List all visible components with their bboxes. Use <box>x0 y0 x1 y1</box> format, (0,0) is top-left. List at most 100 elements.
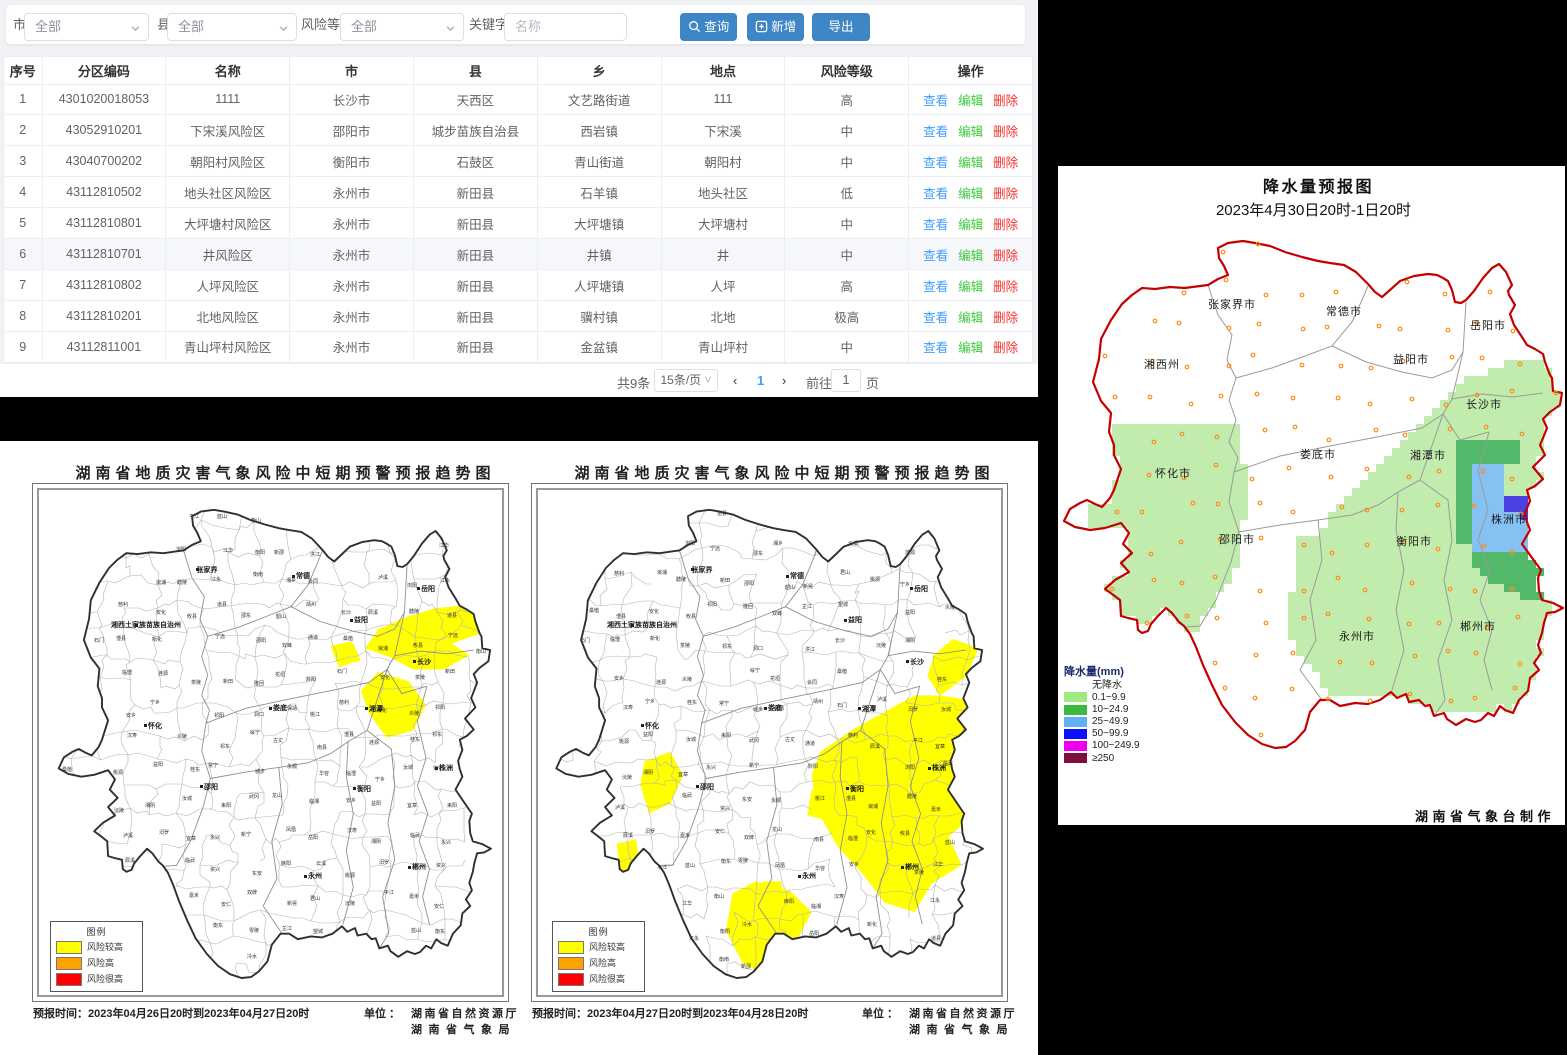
svg-text:临武: 临武 <box>185 857 195 864</box>
svg-text:新田: 新田 <box>445 668 455 675</box>
svg-text:桃源: 桃源 <box>619 738 629 745</box>
svg-text:泸溪: 泸溪 <box>123 832 133 839</box>
svg-text:洞口: 洞口 <box>753 645 763 652</box>
svg-text:汨罗: 汨罗 <box>645 828 655 835</box>
svg-text:长沙: 长沙 <box>910 657 924 666</box>
svg-text:绥宁: 绥宁 <box>750 667 760 674</box>
svg-text:衡山: 衡山 <box>251 517 261 524</box>
svg-text:双峰: 双峰 <box>772 610 782 617</box>
svg-text:常德: 常德 <box>790 571 804 580</box>
svg-text:邵阳: 邵阳 <box>256 637 266 644</box>
svg-text:韶山: 韶山 <box>785 584 795 591</box>
svg-text:汝城: 汝城 <box>182 795 192 802</box>
svg-text:冷水: 冷水 <box>247 953 257 960</box>
svg-text:云溪: 云溪 <box>316 860 326 867</box>
svg-text:会同: 会同 <box>807 679 817 686</box>
svg-text:祁东: 祁东 <box>432 731 442 738</box>
svg-text:祁阳: 祁阳 <box>707 601 717 608</box>
svg-text:怀化: 怀化 <box>147 721 162 730</box>
svg-text:湘阴: 湘阴 <box>643 769 653 776</box>
svg-text:桑植: 桑植 <box>589 607 599 614</box>
svg-text:城步: 城步 <box>255 768 265 775</box>
svg-text:涟源: 涟源 <box>369 739 379 746</box>
svg-text:麻阳: 麻阳 <box>784 898 794 905</box>
svg-text:衡山: 衡山 <box>714 893 724 900</box>
svg-text:汨罗: 汨罗 <box>159 829 169 836</box>
svg-text:祁东: 祁东 <box>220 743 230 750</box>
svg-text:溆浦: 溆浦 <box>378 645 388 652</box>
svg-text:澧县: 澧县 <box>846 795 856 802</box>
svg-text:安仁: 安仁 <box>434 903 444 910</box>
svg-text:桃源: 桃源 <box>113 769 123 776</box>
svg-text:蓝山: 蓝山 <box>217 513 227 520</box>
svg-text:湘阴: 湘阴 <box>371 838 381 845</box>
svg-text:蓝山: 蓝山 <box>685 862 695 869</box>
svg-text:宁乡: 宁乡 <box>150 699 160 706</box>
svg-text:益阳: 益阳 <box>354 615 368 624</box>
svg-text:花垣: 花垣 <box>770 675 780 682</box>
svg-text:蓝山: 蓝山 <box>411 927 421 934</box>
svg-text:安乡: 安乡 <box>614 675 624 682</box>
svg-text:平江: 平江 <box>657 864 667 871</box>
svg-text:醴陵: 醴陵 <box>676 576 686 583</box>
svg-text:桃江: 桃江 <box>815 795 825 802</box>
svg-text:衡东: 衡东 <box>721 858 731 865</box>
svg-text:嘉禾: 嘉禾 <box>409 893 419 900</box>
svg-text:江永: 江永 <box>930 897 940 904</box>
svg-text:绥宁: 绥宁 <box>250 729 260 736</box>
svg-text:益阳: 益阳 <box>371 800 381 807</box>
svg-text:邵阳市: 邵阳市 <box>1219 532 1255 546</box>
svg-text:益阳: 益阳 <box>848 615 862 624</box>
svg-text:茶陵: 茶陵 <box>680 642 690 649</box>
svg-text:汝城: 汝城 <box>686 736 696 743</box>
svg-text:张家界: 张家界 <box>197 565 219 574</box>
svg-text:祁阳: 祁阳 <box>435 704 445 711</box>
svg-text:新化: 新化 <box>650 635 660 642</box>
svg-text:茶陵: 茶陵 <box>415 674 425 681</box>
svg-text:宜章: 宜章 <box>678 771 688 778</box>
svg-text:长沙: 长沙 <box>417 657 431 666</box>
svg-text:双牌: 双牌 <box>744 834 754 841</box>
svg-text:道县: 道县 <box>931 935 941 942</box>
svg-text:江永: 江永 <box>440 577 450 584</box>
svg-text:洪江: 洪江 <box>310 551 320 558</box>
svg-text:浏阳: 浏阳 <box>176 546 186 553</box>
svg-text:汝城: 汝城 <box>941 706 951 713</box>
svg-text:涟源: 涟源 <box>656 679 666 686</box>
svg-text:通道: 通道 <box>805 740 815 747</box>
svg-text:泸溪: 泸溪 <box>615 804 625 811</box>
svg-text:零陵: 零陵 <box>249 927 259 934</box>
svg-text:汉寿: 汉寿 <box>623 704 633 711</box>
svg-text:溆浦: 溆浦 <box>868 803 878 810</box>
svg-text:醴陵: 醴陵 <box>177 579 187 586</box>
svg-text:怀化市: 怀化市 <box>1155 466 1191 480</box>
svg-text:沅陵: 沅陵 <box>876 642 886 649</box>
svg-text:桑植: 桑植 <box>343 635 353 642</box>
svg-text:衡东: 衡东 <box>435 928 445 935</box>
svg-text:炎陵: 炎陵 <box>409 710 419 717</box>
svg-text:新化: 新化 <box>867 921 877 928</box>
svg-text:新宁: 新宁 <box>749 762 759 769</box>
svg-text:攸县: 攸县 <box>686 613 696 620</box>
svg-text:安化: 安化 <box>380 674 390 681</box>
svg-text:澧县: 澧县 <box>616 613 626 620</box>
svg-text:辰溪: 辰溪 <box>368 609 378 616</box>
svg-text:临澧: 临澧 <box>610 636 620 643</box>
svg-text:泸溪: 泸溪 <box>877 696 887 703</box>
svg-text:怀化: 怀化 <box>644 721 659 730</box>
svg-text:龙山: 龙山 <box>772 826 782 833</box>
svg-text:东安: 东安 <box>742 796 752 803</box>
svg-text:醴陵: 醴陵 <box>409 608 419 615</box>
svg-text:宁远: 宁远 <box>710 545 720 552</box>
svg-text:永兴: 永兴 <box>210 834 220 841</box>
svg-text:郴州: 郴州 <box>412 862 426 871</box>
svg-text:资兴: 资兴 <box>436 862 446 869</box>
svg-text:南县: 南县 <box>317 744 327 751</box>
svg-text:双牌: 双牌 <box>247 889 257 896</box>
svg-text:泸溪: 泸溪 <box>378 574 388 581</box>
svg-text:平江: 平江 <box>384 889 394 896</box>
svg-text:湘潭: 湘潭 <box>369 704 383 713</box>
svg-text:祁东: 祁东 <box>722 643 732 650</box>
svg-text:桃源: 桃源 <box>345 872 355 879</box>
svg-text:衡阳: 衡阳 <box>849 784 864 793</box>
